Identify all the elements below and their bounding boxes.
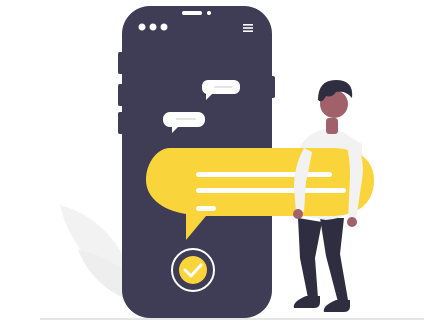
bubble-text-line (196, 206, 216, 211)
person-legs (293, 218, 350, 312)
bubble-text-line (196, 172, 332, 177)
hamburger-menu-icon[interactable] (243, 24, 253, 32)
illustration-scene (0, 0, 424, 322)
three-dots-icon (138, 23, 168, 31)
phone-speaker (182, 11, 202, 15)
bubble-text-line (196, 188, 346, 193)
ground-line (40, 318, 424, 320)
person-head (318, 80, 353, 118)
phone-camera (207, 11, 211, 15)
chat-illustration (40, 6, 424, 320)
